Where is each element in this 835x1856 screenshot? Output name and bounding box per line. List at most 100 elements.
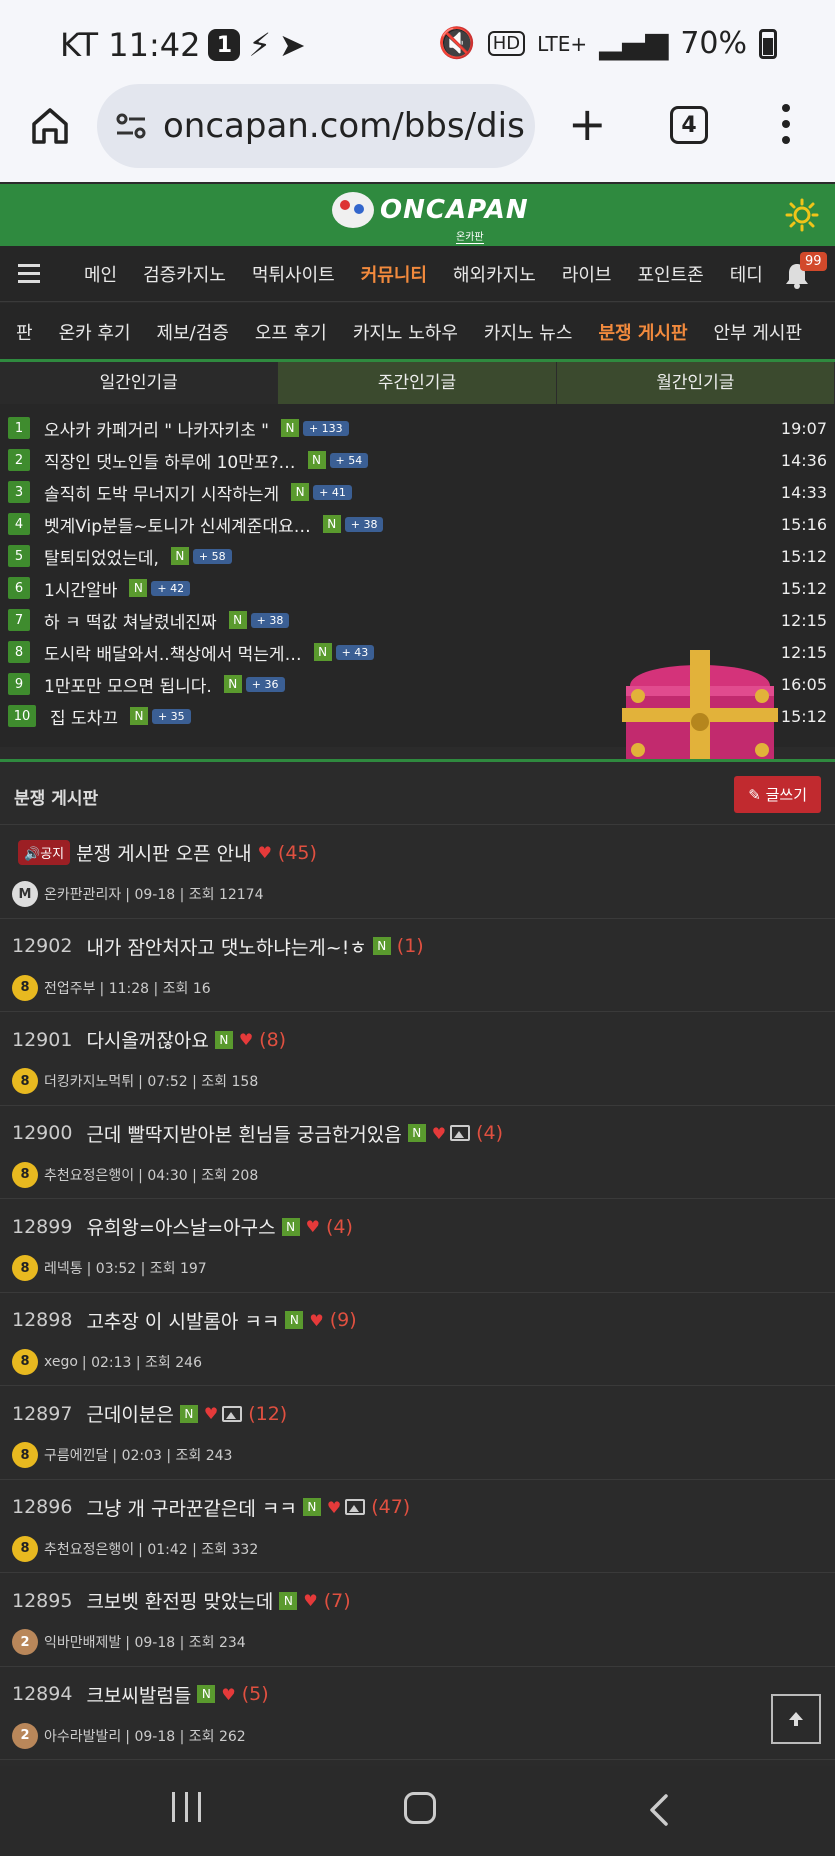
scroll-top-button[interactable]	[771, 1694, 821, 1744]
post-title[interactable]: 크보씨발럼들	[86, 1681, 191, 1708]
post-title[interactable]: 다시올꺼잖아요	[86, 1026, 208, 1053]
popular-item[interactable]: 2 직장인 댓노인들 하루에 10만포?… N + 54 14:36	[0, 444, 835, 476]
post-title-line[interactable]: 12895 크보벳 환전핑 맞았는데 N ♥ (7)	[12, 1587, 351, 1614]
tab-daily-popular[interactable]: 일간인기글	[0, 362, 279, 404]
popular-item-time: 14:36	[780, 450, 827, 470]
popular-item[interactable]: 4 벳계Vip분들~토니가 신세계준대요… N + 38 15:16	[0, 508, 835, 540]
heart-icon: ♥	[257, 843, 272, 862]
rank-badge: 10	[8, 705, 36, 727]
nav-item-main[interactable]: 메인	[84, 261, 117, 287]
table-row[interactable]: 12898 고추장 이 시발롬아 ㅋㅋ N ♥ (9) 8 xego | 02:13 | 조회…	[0, 1292, 835, 1386]
author-name[interactable]: 익바만배제발	[44, 1632, 121, 1652]
nav-item-overseas-casino[interactable]: 해외카지노	[453, 261, 536, 287]
more-menu-icon[interactable]	[782, 104, 790, 152]
nav-item-more[interactable]: 테디	[730, 261, 763, 287]
status-bar: KT 11:42 1 ⚡ ➤ 🔇 HD LTE+ ▂▄▆ 70%	[0, 0, 835, 92]
post-title[interactable]: 유희왕=아스날=아구스	[86, 1213, 275, 1240]
popular-item-title[interactable]: 하 ㅋ 떡값 쳐날렸네진짜	[44, 608, 217, 633]
back-icon[interactable]	[640, 1790, 680, 1830]
recent-apps-icon[interactable]	[172, 1792, 201, 1822]
url-text: oncapan.com/bbs/dis	[163, 106, 525, 146]
popular-item-title[interactable]: 솔직히 도박 무너지기 시작하는게	[44, 480, 279, 505]
author-name[interactable]: 구름에낀달	[44, 1445, 108, 1465]
post-title-line[interactable]: 12897 근데이분은 N ♥ (12)	[12, 1400, 287, 1427]
popular-item[interactable]: 6 1시간알바 N + 42 15:12	[0, 572, 835, 604]
table-row[interactable]: 12902 내가 잠안처자고 댓노하냐는게~!ㅎ N (1) 8 전업주부 | 11:28 …	[0, 918, 835, 1012]
popular-item[interactable]: 1 오사카 카페거리 " 나카자키초 " N + 133 19:07	[0, 412, 835, 444]
popular-item-title[interactable]: 도시락 배달와서..책상에서 먹는게…	[44, 640, 302, 665]
subnav-item-casino-tips[interactable]: 카지노 노하우	[353, 319, 458, 345]
table-row[interactable]: 12901 다시올꺼잖아요 N ♥ (8) 8 더킹카지노먹튀 | 07:52 | 조회 15…	[0, 1012, 835, 1106]
post-title-line[interactable]: 12896 그냥 개 구라꾼같은데 ㅋㅋ N ♥ (47)	[12, 1494, 410, 1521]
post-title[interactable]: 그냥 개 구라꾼같은데 ㅋㅋ	[86, 1494, 296, 1521]
post-title-line[interactable]: 12900 근데 빨딱지받아본 흰님들 궁금한거있음 N ♥ (4)	[12, 1120, 503, 1147]
post-title-line[interactable]: 12902 내가 잠안처자고 댓노하냐는게~!ㅎ N (1)	[12, 933, 424, 960]
subnav-item-partial[interactable]: 판	[16, 319, 33, 345]
post-title[interactable]: 근데 빨딱지받아본 흰님들 궁금한거있음	[86, 1120, 401, 1147]
nav-item-community[interactable]: 커뮤니티	[361, 261, 427, 287]
author-name[interactable]: xego	[44, 1354, 78, 1370]
post-title[interactable]: 크보벳 환전핑 맞았는데	[86, 1587, 273, 1614]
tab-switcher-button[interactable]: 4	[670, 106, 708, 144]
author-name[interactable]: 추천요정은행이	[44, 1539, 134, 1559]
post-title-line[interactable]: 12901 다시올꺼잖아요 N ♥ (8)	[12, 1026, 286, 1053]
post-title-line[interactable]: 🔊공지 분쟁 게시판 오픈 안내 ♥ (45)	[12, 839, 317, 866]
nav-item-point-zone[interactable]: 포인트존	[638, 261, 704, 287]
site-logo[interactable]: ONCAPAN 온카판	[332, 192, 529, 244]
popular-item-title[interactable]: 집 도차끄	[50, 704, 118, 729]
author-name[interactable]: 레넥통	[44, 1258, 83, 1278]
post-title[interactable]: 근데이분은	[86, 1400, 173, 1427]
theme-toggle-icon[interactable]	[785, 198, 819, 232]
subnav-item-casino-news[interactable]: 카지노 뉴스	[484, 319, 573, 345]
treasure-chest-icon[interactable]	[622, 648, 778, 764]
post-number: 12902	[12, 935, 73, 957]
notice-badge: 🔊공지	[18, 840, 71, 865]
table-row[interactable]: 12897 근데이분은 N ♥ (12) 8 구름에낀달 | 02:03 | 조회 243	[0, 1386, 835, 1480]
network-label: LTE+	[537, 31, 588, 56]
post-title[interactable]: 고추장 이 시발롬아 ㅋㅋ	[86, 1307, 279, 1334]
url-field[interactable]: oncapan.com/bbs/dis	[97, 84, 535, 168]
author-name[interactable]: 온카판관리자	[44, 884, 121, 904]
subnav-item-greetings-board[interactable]: 안부 게시판	[714, 319, 803, 345]
nav-item-live[interactable]: 라이브	[562, 261, 612, 287]
home-icon[interactable]	[28, 104, 72, 148]
popular-item-title[interactable]: 1시간알바	[44, 576, 117, 601]
subnav-item-onca-review[interactable]: 온카 후기	[59, 319, 131, 345]
notice-row[interactable]: 🔊공지 분쟁 게시판 오픈 안내 ♥ (45) M 온카판관리자 | 09-18 | 조회 …	[0, 825, 835, 919]
subnav-item-off-review[interactable]: 오프 후기	[255, 319, 327, 345]
popular-item-title[interactable]: 탈퇴되었었는데,	[44, 544, 159, 569]
author-name[interactable]: 추천요정은행이	[44, 1165, 134, 1185]
home-button-icon[interactable]	[404, 1792, 436, 1824]
popular-item-title[interactable]: 1만포만 모으면 됩니다.	[44, 672, 212, 697]
author-name[interactable]: 전업주부	[44, 978, 96, 998]
popular-item-title[interactable]: 직장인 댓노인들 하루에 10만포?…	[44, 448, 296, 473]
nav-item-scam-sites[interactable]: 먹튀사이트	[252, 261, 335, 287]
popular-item[interactable]: 7 하 ㅋ 떡값 쳐날렸네진짜 N + 38 12:15	[0, 604, 835, 636]
post-title-line[interactable]: 12899 유희왕=아스날=아구스 N ♥ (4)	[12, 1213, 353, 1240]
subnav-item-dispute-board[interactable]: 분쟁 게시판	[598, 319, 687, 345]
popular-item[interactable]: 5 탈퇴되었었는데, N + 58 15:12	[0, 540, 835, 572]
table-row[interactable]: 12894 크보씨발럼들 N ♥ (5) 2 아수라발발리 | 09-18 | 조회 262	[0, 1666, 835, 1760]
post-title-line[interactable]: 12894 크보씨발럼들 N ♥ (5)	[12, 1681, 269, 1708]
hamburger-menu-icon[interactable]	[18, 264, 40, 288]
table-row[interactable]: 12896 그냥 개 구라꾼같은데 ㅋㅋ N ♥ (47) 8 추천요정은행이 | 01:42…	[0, 1479, 835, 1573]
tab-weekly-popular[interactable]: 주간인기글	[278, 362, 557, 404]
post-title[interactable]: 내가 잠안처자고 댓노하냐는게~!ㅎ	[86, 933, 366, 960]
nav-item-verified-casino[interactable]: 검증카지노	[143, 261, 226, 287]
table-row[interactable]: 12900 근데 빨딱지받아본 흰님들 궁금한거있음 N ♥ (4) 8 추천요정은행이 | …	[0, 1105, 835, 1199]
site-settings-icon[interactable]	[113, 111, 149, 141]
post-title[interactable]: 분쟁 게시판 오픈 안내	[76, 839, 251, 866]
post-date-views: | 02:03 | 조회 243	[112, 1448, 233, 1464]
subnav-item-report[interactable]: 제보/검증	[157, 319, 229, 345]
write-post-button[interactable]: ✎ 글쓰기	[734, 776, 821, 813]
table-row[interactable]: 12895 크보벳 환전핑 맞았는데 N ♥ (7) 2 익바만배제발 | 09-18 | 조…	[0, 1573, 835, 1667]
popular-item-title[interactable]: 오사카 카페거리 " 나카자키초 "	[44, 416, 269, 441]
new-tab-icon[interactable]: +	[568, 101, 607, 147]
author-name[interactable]: 아수라발발리	[44, 1726, 121, 1746]
post-title-line[interactable]: 12898 고추장 이 시발롬아 ㅋㅋ N ♥ (9)	[12, 1307, 357, 1334]
tab-monthly-popular[interactable]: 월간인기글	[556, 362, 835, 404]
popular-item[interactable]: 3 솔직히 도박 무너지기 시작하는게 N + 41 14:33	[0, 476, 835, 508]
author-name[interactable]: 더킹카지노먹튀	[44, 1071, 134, 1091]
table-row[interactable]: 12899 유희왕=아스날=아구스 N ♥ (4) 8 레넥통 | 03:52 | 조회 19…	[0, 1199, 835, 1293]
popular-item-title[interactable]: 벳계Vip분들~토니가 신세계준대요…	[44, 512, 311, 537]
